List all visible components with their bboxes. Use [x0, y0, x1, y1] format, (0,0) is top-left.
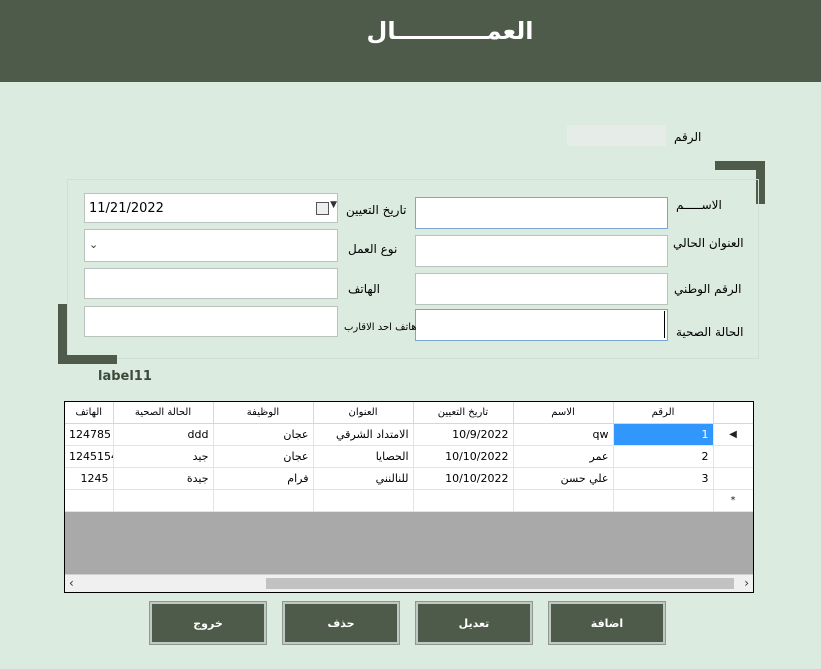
cell-name[interactable]: qw [513, 423, 614, 446]
scroll-left-icon[interactable]: ‹ [69, 576, 74, 590]
cell-health[interactable]: جيد [113, 445, 214, 468]
address-label: العنوان الحالي [673, 236, 744, 250]
table-row[interactable]: 124785 ddd عجان الامتداد الشرقي 10/9/202… [65, 423, 753, 446]
column-header-health[interactable]: الحالة الصحية [113, 402, 214, 424]
cell-hire-date[interactable]: 10/10/2022 [413, 445, 514, 468]
cell-job[interactable]: فرام [213, 467, 314, 490]
cell-empty[interactable] [613, 489, 714, 512]
cell-empty[interactable] [213, 489, 314, 512]
relative-phone-label: هاتف احد الاقارب [344, 322, 417, 333]
hire-date-label: تاريخ التعيين [346, 203, 407, 217]
cell-address[interactable]: الامتداد الشرقي [313, 423, 414, 446]
column-header-address[interactable]: العنوان [313, 402, 414, 424]
job-type-select[interactable]: ⌄ [84, 229, 338, 262]
title-bar: العمـــــــــــال [0, 0, 821, 82]
column-header-id[interactable]: الرقم [613, 402, 714, 424]
scroll-thumb[interactable] [266, 578, 734, 589]
cell-id[interactable]: 1 [613, 423, 714, 446]
text-caret [664, 311, 665, 338]
calendar-icon[interactable] [316, 202, 329, 215]
name-label: الاســـــم [676, 198, 722, 212]
relative-phone-input[interactable] [84, 306, 338, 337]
column-header-hire-date[interactable]: تاريخ التعيين [413, 402, 514, 424]
cell-health[interactable]: جيدة [113, 467, 214, 490]
cell-job[interactable]: عجان [213, 445, 314, 468]
column-header-name[interactable]: الاسم [513, 402, 614, 424]
add-button[interactable]: اضافة [548, 601, 666, 645]
cell-empty[interactable] [113, 489, 214, 512]
exit-button[interactable]: خروج [149, 601, 267, 645]
cell-address[interactable]: للنالنني [313, 467, 414, 490]
column-header-job[interactable]: الوظيفة [213, 402, 314, 424]
cell-empty[interactable] [313, 489, 414, 512]
cell-phone[interactable]: 1245 [65, 467, 114, 490]
cell-address[interactable]: الحصايا [313, 445, 414, 468]
corner-header [713, 402, 753, 424]
cell-hire-date[interactable]: 10/10/2022 [413, 467, 514, 490]
row-header[interactable] [713, 467, 753, 490]
table-row[interactable]: 1245154 جيد عجان الحصايا 10/10/2022 عمر … [65, 445, 753, 468]
cell-name[interactable]: عمر [513, 445, 614, 468]
id-label: الرقم [674, 130, 702, 144]
delete-button[interactable]: حذف [282, 601, 400, 645]
address-input[interactable] [415, 235, 668, 267]
phone-input[interactable] [84, 268, 338, 299]
dropdown-arrow-icon[interactable]: ▼ [330, 200, 337, 210]
name-input[interactable] [415, 197, 668, 229]
new-row[interactable]: * [65, 489, 753, 512]
cell-hire-date[interactable]: 10/9/2022 [413, 423, 514, 446]
cell-job[interactable]: عجان [213, 423, 314, 446]
hire-date-value: 11/21/2022 [89, 201, 164, 216]
horizontal-scrollbar[interactable]: ‹ › [65, 574, 753, 592]
page-title: العمـــــــــــال [366, 17, 534, 45]
job-type-label: نوع العمل [348, 242, 398, 256]
cell-phone[interactable]: 1245154 [65, 445, 114, 468]
hire-date-picker[interactable]: 11/21/2022 ▼ [84, 193, 338, 223]
health-label: الحالة الصحية [676, 325, 744, 339]
edit-button[interactable]: تعديل [415, 601, 533, 645]
new-row-marker[interactable]: * [713, 489, 753, 512]
chevron-down-icon: ⌄ [89, 238, 99, 251]
health-input[interactable] [415, 309, 668, 341]
cell-empty[interactable] [65, 489, 114, 512]
cell-id[interactable]: 2 [613, 445, 714, 468]
cell-name[interactable]: علي حسن [513, 467, 614, 490]
scroll-right-icon[interactable]: › [744, 576, 749, 590]
table-row[interactable]: 1245 جيدة فرام للنالنني 10/10/2022 علي ح… [65, 467, 753, 490]
cell-empty[interactable] [513, 489, 614, 512]
cell-empty[interactable] [413, 489, 514, 512]
cell-phone[interactable]: 124785 [65, 423, 114, 446]
national-id-input[interactable] [415, 273, 668, 305]
current-row-marker[interactable]: ◀ [713, 423, 753, 446]
row-header[interactable] [713, 445, 753, 468]
workers-grid[interactable]: الهاتف الحالة الصحية الوظيفة العنوان تار… [64, 401, 754, 593]
id-field[interactable] [567, 125, 666, 146]
status-label: label11 [98, 369, 152, 384]
cell-id[interactable]: 3 [613, 467, 714, 490]
national-id-label: الرقم الوطني [674, 282, 742, 296]
cell-health[interactable]: ddd [113, 423, 214, 446]
column-header-phone[interactable]: الهاتف [65, 402, 114, 424]
phone-label: الهاتف [348, 282, 380, 296]
